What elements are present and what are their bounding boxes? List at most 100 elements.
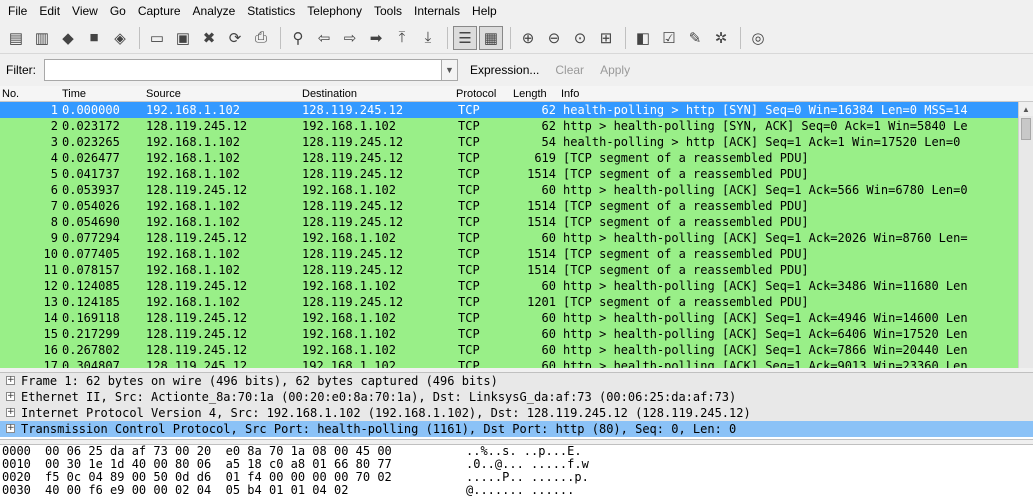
resize-columns-icon[interactable]: ⊞ <box>594 26 618 50</box>
normal-size-icon[interactable]: ⊙ <box>568 26 592 50</box>
expand-icon[interactable]: + <box>6 376 15 385</box>
print-icon[interactable]: ⎙ <box>249 26 273 50</box>
zoom-out-icon[interactable]: ⊖ <box>542 26 566 50</box>
menu-telephony[interactable]: Telephony <box>301 0 368 22</box>
packet-cell-dst: 192.168.1.102 <box>302 183 396 197</box>
toolbar-separator <box>625 26 626 49</box>
apply-button[interactable]: Apply <box>596 63 634 77</box>
menu-internals[interactable]: Internals <box>408 0 466 22</box>
go-forward-icon[interactable]: ⇨ <box>338 26 362 50</box>
menu-capture[interactable]: Capture <box>132 0 187 22</box>
capture-filters-icon[interactable]: ◧ <box>631 26 655 50</box>
packet-cell-src: 128.119.245.12 <box>146 119 248 133</box>
packet-cell-info: http > health-polling [ACK] Seq=1 Ack=49… <box>563 311 968 325</box>
packet-cell-info: http > health-polling [ACK] Seq=1 Ack=90… <box>563 359 968 368</box>
restart-capture-icon[interactable]: ◈ <box>108 26 132 50</box>
display-filters-icon[interactable]: ☑ <box>657 26 681 50</box>
expand-icon[interactable]: + <box>6 408 15 417</box>
menu-go[interactable]: Go <box>104 0 132 22</box>
find-packet-icon[interactable]: ⚲ <box>286 26 310 50</box>
packet-cell-src: 192.168.1.102 <box>146 263 240 277</box>
coloring-rules-icon[interactable]: ✎ <box>683 26 707 50</box>
detail-ip[interactable]: + Internet Protocol Version 4, Src: 192.… <box>0 405 1033 421</box>
menu-file[interactable]: File <box>2 0 33 22</box>
filter-dropdown-icon[interactable]: ▼ <box>442 59 458 81</box>
packet-row[interactable]: 1 0.000000 192.168.1.102 128.119.245.12 TCP 6… <box>0 102 1018 118</box>
packet-cell-proto: TCP <box>458 119 480 133</box>
packet-cell-info: http > health-polling [ACK] Seq=1 Ack=20… <box>563 231 968 245</box>
zoom-in-icon[interactable]: ⊕ <box>516 26 540 50</box>
go-to-packet-icon[interactable]: ➡ <box>364 26 388 50</box>
column-header-protocol[interactable]: Protocol <box>456 86 496 102</box>
packet-row[interactable]: 10 0.077405 192.168.1.102 128.119.245.12 TCP… <box>0 246 1018 262</box>
detail-tcp[interactable]: + Transmission Control Protocol, Src Por… <box>0 421 1033 437</box>
autoscroll-icon[interactable]: ▦ <box>479 25 503 50</box>
hex-row[interactable]: 0030 40 00 f6 e9 00 00 02 04 05 b4 01 01 … <box>0 484 1033 497</box>
column-header-source[interactable]: Source <box>146 86 181 102</box>
packet-details-pane: + Frame 1: 62 bytes on wire (496 bits), … <box>0 372 1033 440</box>
packet-cell-time: 0.023265 <box>62 135 120 149</box>
packet-row[interactable]: 8 0.054690 192.168.1.102 128.119.245.12 TCP 1… <box>0 214 1018 230</box>
packet-row[interactable]: 12 0.124085 128.119.245.12 192.168.1.102 TCP… <box>0 278 1018 294</box>
go-back-icon[interactable]: ⇦ <box>312 26 336 50</box>
menu-tools[interactable]: Tools <box>368 0 408 22</box>
menu-help[interactable]: Help <box>466 0 503 22</box>
packet-row[interactable]: 5 0.041737 192.168.1.102 128.119.245.12 TCP 1… <box>0 166 1018 182</box>
packet-cell-src: 192.168.1.102 <box>146 199 240 213</box>
packet-row[interactable]: 16 0.267802 128.119.245.12 192.168.1.102 TCP… <box>0 342 1018 358</box>
packet-row[interactable]: 13 0.124185 192.168.1.102 128.119.245.12 TCP… <box>0 294 1018 310</box>
scroll-thumb[interactable] <box>1021 118 1031 140</box>
packet-row[interactable]: 14 0.169118 128.119.245.12 192.168.1.102 TCP… <box>0 310 1018 326</box>
packet-list-scrollbar[interactable]: ▲ <box>1018 102 1033 368</box>
save-file-icon[interactable]: ▣ <box>171 26 195 50</box>
close-file-icon[interactable]: ✖ <box>197 26 221 50</box>
column-header-destination[interactable]: Destination <box>302 86 357 102</box>
packet-row[interactable]: 4 0.026477 192.168.1.102 128.119.245.12 TCP 6… <box>0 150 1018 166</box>
expression-button[interactable]: Expression... <box>466 63 543 77</box>
column-header-info[interactable]: Info <box>561 86 579 102</box>
packet-row[interactable]: 3 0.023265 192.168.1.102 128.119.245.12 TCP 5… <box>0 134 1018 150</box>
packet-cell-src: 192.168.1.102 <box>146 247 240 261</box>
column-header-no[interactable]: No. <box>2 86 19 102</box>
clear-button[interactable]: Clear <box>551 63 588 77</box>
packet-row[interactable]: 15 0.217299 128.119.245.12 192.168.1.102 TCP… <box>0 326 1018 342</box>
menu-view[interactable]: View <box>66 0 104 22</box>
packet-cell-len: 60 <box>541 231 556 245</box>
expand-icon[interactable]: + <box>6 424 15 433</box>
expand-icon[interactable]: + <box>6 392 15 401</box>
go-last-icon[interactable]: ⤓ <box>416 26 440 50</box>
packet-cell-len: 1201 <box>527 295 556 309</box>
stop-capture-icon[interactable]: ■ <box>82 26 106 50</box>
menu-edit[interactable]: Edit <box>33 0 66 22</box>
detail-ethernet[interactable]: + Ethernet II, Src: Actionte_8a:70:1a (0… <box>0 389 1033 405</box>
packet-cell-dst: 192.168.1.102 <box>302 327 396 341</box>
go-first-icon[interactable]: ⤒ <box>390 26 414 50</box>
packet-cell-no: 1 <box>50 103 58 117</box>
packet-row[interactable]: 2 0.023172 128.119.245.12 192.168.1.102 TCP 6… <box>0 118 1018 134</box>
menu-analyze[interactable]: Analyze <box>187 0 242 22</box>
filter-input[interactable] <box>44 59 442 81</box>
reload-icon[interactable]: ⟳ <box>223 26 247 50</box>
packet-cell-info: http > health-polling [ACK] Seq=1 Ack=64… <box>563 327 968 341</box>
colorize-icon[interactable]: ☰ <box>453 25 477 50</box>
menu-statistics[interactable]: Statistics <box>241 0 301 22</box>
detail-frame[interactable]: + Frame 1: 62 bytes on wire (496 bits), … <box>0 373 1033 389</box>
start-capture-icon[interactable]: ◆ <box>56 26 80 50</box>
preferences-icon[interactable]: ✲ <box>709 26 733 50</box>
packet-cell-len: 54 <box>541 135 556 149</box>
packet-cell-src: 128.119.245.12 <box>146 279 248 293</box>
packet-row[interactable]: 17 0.304807 128.119.245.12 192.168.1.102 TCP… <box>0 358 1018 368</box>
packet-cell-time: 0.217299 <box>62 327 120 341</box>
packet-row[interactable]: 11 0.078157 192.168.1.102 128.119.245.12 TCP… <box>0 262 1018 278</box>
packet-cell-info: health-polling > http [SYN] Seq=0 Win=16… <box>563 103 968 117</box>
interfaces-icon[interactable]: ▤ <box>4 26 28 50</box>
column-header-length[interactable]: Length <box>513 86 547 102</box>
column-header-time[interactable]: Time <box>62 86 86 102</box>
help-icon[interactable]: ◎ <box>746 26 770 50</box>
options-icon[interactable]: ▥ <box>30 26 54 50</box>
packet-row[interactable]: 7 0.054026 192.168.1.102 128.119.245.12 TCP 1… <box>0 198 1018 214</box>
packet-row[interactable]: 6 0.053937 128.119.245.12 192.168.1.102 TCP 6… <box>0 182 1018 198</box>
scroll-up-icon[interactable]: ▲ <box>1019 102 1033 116</box>
open-file-icon[interactable]: ▭ <box>145 26 169 50</box>
packet-row[interactable]: 9 0.077294 128.119.245.12 192.168.1.102 TCP 6… <box>0 230 1018 246</box>
